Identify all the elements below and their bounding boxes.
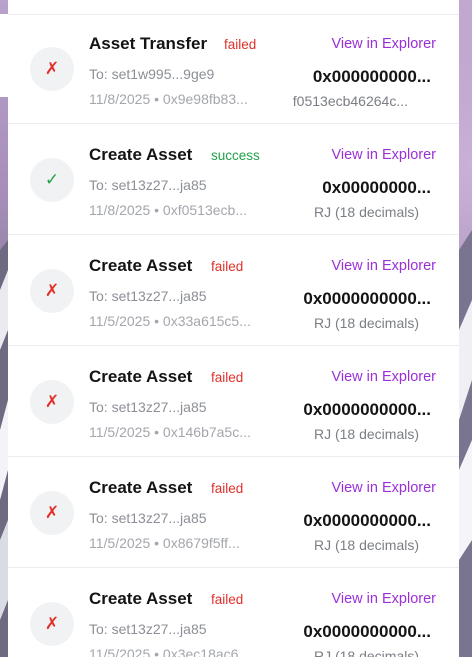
asset-identifier: RJ (18 decimals) bbox=[313, 537, 419, 553]
transaction-row[interactable]: ✓ Create Asset success View in Explorer To: … bbox=[8, 125, 459, 235]
recipient-address: To: set13z27...ja85 bbox=[89, 177, 207, 193]
transaction-title: Create Asset bbox=[89, 145, 193, 164]
transaction-row[interactable]: ✗ Create Asset failed View in Explorer To: s… bbox=[8, 347, 459, 457]
date-and-hash: 11/8/2025 • 0x9e98fb83... bbox=[89, 91, 248, 107]
transaction-row[interactable]: ✗ Create Asset failed View in Explorer To: s… bbox=[8, 458, 459, 568]
view-in-explorer-link[interactable]: View in Explorer bbox=[331, 36, 436, 52]
x-mark-icon: ✗ bbox=[30, 380, 74, 424]
date-and-hash: 11/5/2025 • 0x146b7a5c... bbox=[89, 424, 251, 440]
background-card-edge bbox=[0, 14, 8, 97]
view-in-explorer-link[interactable]: View in Explorer bbox=[331, 369, 436, 385]
date-and-hash: 11/5/2025 • 0x8679f5ff... bbox=[89, 535, 240, 551]
transaction-amount: 0x0000000000... bbox=[303, 511, 431, 530]
view-in-explorer-link[interactable]: View in Explorer bbox=[331, 147, 436, 163]
x-mark-icon: ✗ bbox=[30, 491, 74, 535]
recipient-address: To: set13z27...ja85 bbox=[89, 399, 207, 415]
date-and-hash: 11/5/2025 • 0x33a615c5... bbox=[89, 313, 251, 329]
view-in-explorer-link[interactable]: View in Explorer bbox=[331, 591, 436, 607]
x-mark-icon: ✗ bbox=[30, 269, 74, 313]
status-badge: failed bbox=[224, 37, 257, 52]
status-badge: failed bbox=[211, 481, 244, 496]
transaction-row[interactable]: ✗ Asset Transfer failed View in Explorer To:… bbox=[8, 14, 459, 124]
transaction-row[interactable]: ✗ Create Asset failed View in Explorer To: s… bbox=[8, 569, 459, 657]
transaction-title: Create Asset bbox=[89, 589, 193, 608]
asset-identifier: f0513ecb46264c... bbox=[292, 93, 408, 109]
view-in-explorer-link[interactable]: View in Explorer bbox=[331, 480, 436, 496]
date-and-hash: 11/5/2025 • 0x3ec18ac6 bbox=[89, 646, 239, 657]
transaction-amount: 0x0000000000... bbox=[303, 400, 431, 419]
recipient-address: To: set13z27...ja85 bbox=[89, 621, 207, 637]
check-mark-icon: ✓ bbox=[30, 158, 74, 202]
view-in-explorer-link[interactable]: View in Explorer bbox=[331, 258, 436, 274]
recipient-address: To: set13z27...ja85 bbox=[89, 510, 207, 526]
transaction-row[interactable]: ✗ Create Asset failed View in Explorer To: s… bbox=[8, 236, 459, 346]
status-badge: failed bbox=[211, 592, 244, 607]
status-badge: failed bbox=[211, 370, 244, 385]
transaction-title: Create Asset bbox=[89, 367, 193, 386]
transaction-amount: 0x000000000... bbox=[312, 67, 431, 86]
asset-identifier: RJ (18 decimals) bbox=[313, 204, 419, 220]
date-and-hash: 11/8/2025 • 0xf0513ecb... bbox=[89, 202, 247, 218]
status-badge: failed bbox=[211, 259, 244, 274]
transaction-amount: 0x0000000000... bbox=[303, 289, 431, 308]
transaction-amount: 0x0000000000... bbox=[303, 622, 431, 641]
transaction-title: Create Asset bbox=[89, 478, 193, 497]
transaction-title: Asset Transfer bbox=[89, 34, 208, 53]
x-mark-icon: ✗ bbox=[30, 47, 74, 91]
asset-identifier: RJ (18 decimals) bbox=[313, 315, 419, 331]
x-mark-icon: ✗ bbox=[30, 602, 74, 646]
recipient-address: To: set13z27...ja85 bbox=[89, 288, 207, 304]
recipient-address: To: set1w995...9ge9 bbox=[89, 66, 215, 82]
transaction-history-panel: ✗ Asset Transfer failed View in Explorer To:… bbox=[8, 0, 459, 657]
status-badge: success bbox=[211, 148, 260, 163]
asset-identifier: RJ (18 decimals) bbox=[313, 426, 419, 442]
transaction-amount: 0x00000000... bbox=[322, 178, 431, 197]
asset-identifier: RJ (18 decimals) bbox=[313, 648, 419, 657]
transaction-title: Create Asset bbox=[89, 256, 193, 275]
